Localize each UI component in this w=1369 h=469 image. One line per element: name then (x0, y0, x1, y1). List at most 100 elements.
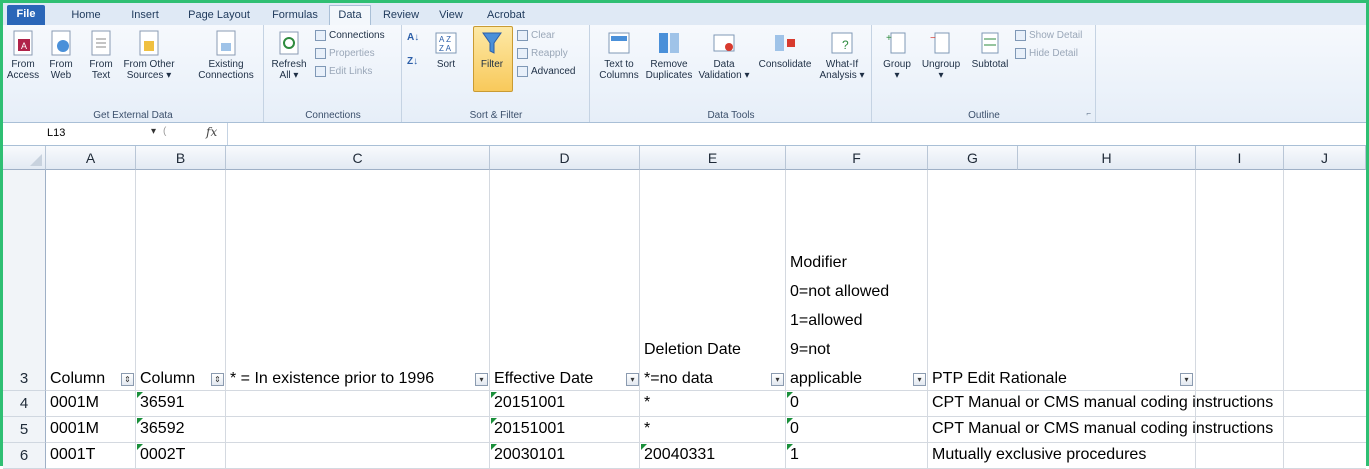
column-header-a[interactable]: A (46, 146, 136, 170)
edit-links-button[interactable]: Edit Links (315, 65, 372, 79)
remove-duplicates-button[interactable]: Remove Duplicates (643, 29, 695, 81)
show-detail-button[interactable]: Show Detail (1015, 29, 1082, 43)
filter-dropdown-f[interactable]: ▾ (913, 373, 926, 386)
tab-insert[interactable]: Insert (123, 6, 167, 25)
tab-acrobat[interactable]: Acrobat (479, 6, 533, 25)
cell-e[interactable]: * (644, 394, 650, 412)
what-if-analysis-button[interactable]: ? What-If Analysis ▾ (817, 29, 867, 81)
filter-dropdown-c[interactable]: ▾ (475, 373, 488, 386)
svg-text:+: + (886, 33, 892, 44)
row-header-3[interactable]: 3 (3, 170, 46, 391)
name-box[interactable]: L13 (7, 125, 187, 141)
header-cell-f-line5[interactable]: applicable (790, 370, 862, 388)
consolidate-button[interactable]: Consolidate (755, 29, 815, 70)
header-cell-b[interactable]: Column (140, 370, 195, 388)
cell-d[interactable]: 20030101 (494, 446, 565, 464)
sort-descending-icon[interactable]: Z↓ (407, 55, 418, 69)
filter-button[interactable]: Filter (473, 29, 511, 70)
advanced-button[interactable]: Advanced (517, 65, 575, 79)
column-header-j[interactable]: J (1284, 146, 1366, 170)
filter-dropdown-a[interactable]: ⇕ (121, 373, 134, 386)
cell-g[interactable]: CPT Manual or CMS manual coding instruct… (932, 420, 1273, 438)
group-button[interactable]: + Group ▾ (877, 29, 917, 81)
header-cell-f-line2[interactable]: 0=not allowed (790, 283, 889, 301)
header-cell-a[interactable]: Column (50, 370, 105, 388)
advanced-filter-icon (517, 65, 528, 77)
cell-g[interactable]: Mutually exclusive procedures (932, 446, 1146, 464)
show-detail-icon (1015, 29, 1026, 41)
group-sort-filter: A↓ Z↓ A ZZ A Sort Filter Clear Reapply A… (403, 25, 590, 122)
tab-formulas[interactable]: Formulas (265, 6, 325, 25)
header-cell-f-line4[interactable]: 9=not (790, 341, 830, 359)
cell-b[interactable]: 0002T (140, 446, 185, 464)
name-box-dropdown-icon[interactable]: ▾ (151, 126, 156, 137)
header-cell-g[interactable]: PTP Edit Rationale (932, 370, 1067, 388)
from-text-button[interactable]: From Text (83, 29, 119, 81)
tab-review[interactable]: Review (377, 6, 425, 25)
cell-e[interactable]: 20040331 (644, 446, 715, 464)
column-header-f[interactable]: F (786, 146, 928, 170)
existing-connections-button[interactable]: Existing Connections (193, 29, 259, 81)
cell-a[interactable]: 0001M (50, 420, 99, 438)
tab-home[interactable]: Home (65, 6, 107, 25)
header-cell-d[interactable]: Effective Date (494, 370, 593, 388)
subtotal-button[interactable]: Subtotal (967, 29, 1013, 70)
tab-file[interactable]: File (7, 5, 45, 25)
refresh-all-button[interactable]: Refresh All ▾ (269, 29, 309, 81)
select-all-corner[interactable] (3, 146, 46, 170)
header-cell-f-line1[interactable]: Modifier (790, 254, 847, 272)
from-access-button[interactable]: A From Access (5, 29, 41, 81)
header-cell-e-line1[interactable]: Deletion Date (644, 341, 741, 359)
tab-view[interactable]: View (431, 6, 471, 25)
properties-icon (315, 47, 326, 59)
properties-button[interactable]: Properties (315, 47, 375, 61)
cell-e[interactable]: * (644, 420, 650, 438)
group-get-external-data: A From Access From Web From Text From Other… (3, 25, 264, 122)
column-header-d[interactable]: D (490, 146, 640, 170)
header-cell-c[interactable]: * = In existence prior to 1996 (230, 370, 460, 388)
column-header-g[interactable]: G (928, 146, 1018, 170)
cell-b[interactable]: 36592 (140, 420, 185, 438)
cell-f[interactable]: 0 (790, 394, 799, 412)
consolidate-icon (775, 35, 795, 51)
filter-dropdown-d[interactable]: ▾ (626, 373, 639, 386)
filter-dropdown-g[interactable]: ▾ (1180, 373, 1193, 386)
fx-icon[interactable]: fx (206, 125, 217, 139)
reapply-button[interactable]: Reapply (517, 47, 568, 61)
cell-f[interactable]: 1 (790, 446, 799, 464)
from-web-button[interactable]: From Web (43, 29, 79, 81)
row-header-6[interactable]: 6 (3, 443, 46, 469)
filter-dropdown-b[interactable]: ⇕ (211, 373, 224, 386)
dialog-launcher-icon[interactable]: ⌐ (1086, 107, 1091, 121)
cell-a[interactable]: 0001M (50, 394, 99, 412)
filter-dropdown-e[interactable]: ▾ (771, 373, 784, 386)
sort-ascending-icon[interactable]: A↓ (407, 31, 419, 45)
header-cell-e-line2[interactable]: *=no data (644, 370, 713, 388)
cell-a[interactable]: 0001T (50, 446, 95, 464)
data-validation-button[interactable]: Data Validation ▾ (697, 29, 751, 81)
clear-button[interactable]: Clear (517, 29, 555, 43)
column-header-b[interactable]: B (136, 146, 226, 170)
from-other-sources-button[interactable]: From Other Sources ▾ (121, 29, 177, 81)
column-header-h[interactable]: H (1018, 146, 1196, 170)
subtotal-icon (981, 32, 999, 54)
row-header-4[interactable]: 4 (3, 391, 46, 417)
hide-detail-button[interactable]: Hide Detail (1015, 47, 1078, 61)
connections-button[interactable]: Connections (315, 29, 385, 43)
cell-d[interactable]: 20151001 (494, 420, 565, 438)
tab-data[interactable]: Data (329, 5, 371, 26)
row-header-5[interactable]: 5 (3, 417, 46, 443)
text-to-columns-button[interactable]: Text to Columns (595, 29, 643, 81)
cell-d[interactable]: 20151001 (494, 394, 565, 412)
cell-b[interactable]: 36591 (140, 394, 185, 412)
cell-g[interactable]: CPT Manual or CMS manual coding instruct… (932, 394, 1273, 412)
cell-f[interactable]: 0 (790, 420, 799, 438)
ungroup-button[interactable]: − Ungroup ▾ (917, 29, 965, 81)
column-header-i[interactable]: I (1196, 146, 1284, 170)
sort-button[interactable]: A ZZ A Sort (429, 29, 463, 70)
tab-page-layout[interactable]: Page Layout (179, 6, 259, 25)
header-cell-f-line3[interactable]: 1=allowed (790, 312, 863, 330)
column-header-e[interactable]: E (640, 146, 786, 170)
column-header-c[interactable]: C (226, 146, 490, 170)
existing-connections-icon (216, 30, 236, 56)
